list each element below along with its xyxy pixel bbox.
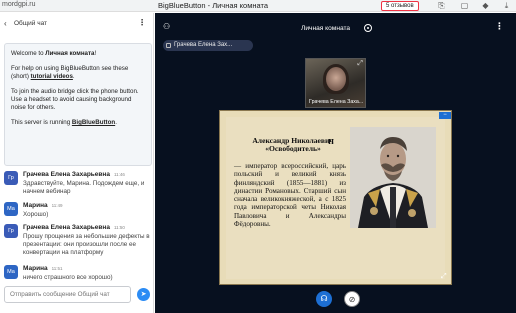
browser-top-bar: mordgpi.ru BigBlueButton - Личная комнат…	[0, 0, 516, 12]
send-button[interactable]: ➤	[137, 288, 150, 301]
message-author: Марина 11:49	[23, 202, 63, 209]
window-title: BigBlueButton - Личная комната	[158, 1, 269, 10]
options-menu-icon[interactable]: ⋮	[495, 21, 504, 32]
talking-indicator: Грачева Елена Зах...	[163, 40, 253, 51]
chat-input-wrapper	[4, 286, 131, 303]
welcome-message: Welcome to Личная комната! For help on u…	[4, 43, 152, 166]
record-icon[interactable]	[364, 24, 372, 32]
audio-help-line: To join the audio bridge click the phone…	[11, 88, 139, 111]
headset-audio-button[interactable]: ☊	[316, 291, 332, 307]
camera-off-icon: ⊘	[348, 295, 356, 304]
message-time: 11:46	[113, 172, 125, 177]
avatar: Гр	[4, 171, 18, 185]
page-url[interactable]: mordgpi.ru	[2, 1, 35, 8]
user-list-icon[interactable]: ⚇	[163, 22, 170, 31]
chevron-left-icon[interactable]: ‹	[4, 19, 7, 28]
message-time: 11:49	[51, 203, 63, 208]
avatar: Ма	[4, 265, 18, 279]
message-time: 11:50	[113, 225, 125, 230]
talker-name: Грачева Елена Зах...	[174, 42, 233, 48]
fullscreen-icon[interactable]: ⤢	[441, 273, 447, 281]
room-title: Личная комната	[301, 25, 351, 32]
webcam-user-name: Грачева Елена Заха...	[309, 99, 364, 105]
camera-off-button[interactable]: ⊘	[344, 291, 360, 307]
webcam-person-face	[326, 67, 346, 91]
extension-icon[interactable]: ◆	[481, 1, 490, 10]
message-time: 11:51	[51, 266, 63, 271]
more-options-icon[interactable]: ⋮	[138, 18, 146, 27]
avatar: Гр	[4, 224, 18, 238]
main-presentation-area: ⚇ Личная комната ⋮ Грачева Елена Зах... …	[155, 13, 516, 313]
main-header: ⚇ Личная комната ⋮	[155, 13, 516, 37]
download-icon[interactable]: ⤓	[502, 1, 511, 10]
chat-message-input[interactable]	[5, 287, 130, 302]
microphone-icon	[166, 43, 171, 48]
message-text: ничего страшного все хорошо)	[23, 274, 113, 281]
message-text: Прошу прощения за небольшие дефекты в пр…	[23, 233, 150, 256]
message-author: Марина 11:51	[23, 265, 63, 272]
chat-panel: ‹ Общий чат ⋮ Welcome to Личная комната!…	[0, 13, 154, 313]
welcome-line: Welcome to Личная комната!	[11, 50, 97, 57]
reviews-label: 5 отзывов	[386, 3, 414, 9]
minimize-presentation-button[interactable]: −	[439, 112, 451, 119]
headphones-icon: ☊	[320, 294, 328, 303]
portrait-image	[350, 127, 436, 228]
media-controls: ☊ ⊘	[155, 286, 516, 313]
tutorial-videos-link[interactable]: tutorial videos	[31, 73, 73, 80]
reviews-badge[interactable]: 5 отзывов	[381, 1, 419, 11]
message-text: Хорошо)	[23, 211, 49, 218]
slide-body: — император всероссийский, царь польский…	[234, 162, 346, 229]
slide-title-suffix: II	[328, 137, 334, 146]
message-text: Здравствуйте, Марина. Подождем еще, и на…	[23, 180, 145, 195]
send-icon: ➤	[140, 291, 147, 298]
message-author: Грачева Елена Захарьевна 11:50	[23, 224, 125, 231]
slide-content: Александр Николаевич «Освободитель» II —…	[226, 117, 445, 279]
expand-icon[interactable]: ⤢	[357, 60, 363, 68]
message-author: Грачева Елена Захарьевна 11:46	[23, 171, 125, 178]
bigbluebutton-link[interactable]: BigBlueButton	[72, 119, 115, 126]
help-line: For help on using BigBlueButton see thes…	[11, 65, 129, 80]
webcam-video[interactable]: ⤢ Грачева Елена Заха...	[305, 58, 366, 108]
presentation-slide[interactable]: Александр Николаевич «Освободитель» II —…	[219, 110, 452, 285]
server-line: This server is running BigBlueButton.	[11, 119, 117, 126]
chat-header: ‹ Общий чат ⋮	[4, 18, 150, 29]
avatar: Ма	[4, 202, 18, 216]
chat-title[interactable]: Общий чат	[14, 20, 47, 27]
bookmark-icon[interactable]: ⎘	[437, 1, 446, 10]
chat-icon[interactable]: ▢	[460, 1, 469, 10]
